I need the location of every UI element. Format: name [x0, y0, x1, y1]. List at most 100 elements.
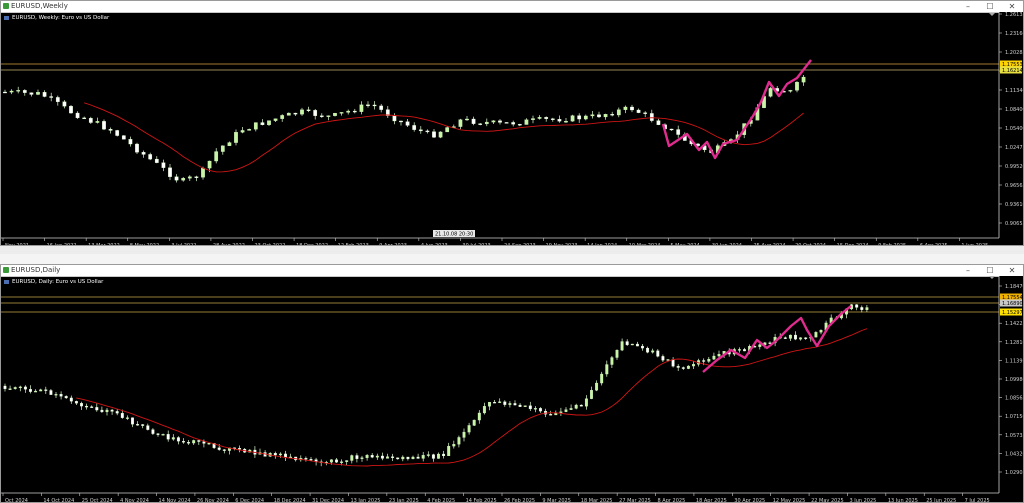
daily-chart-window[interactable]: EURUSD,Daily – ☐ ✕ EURUSD, Daily: Euro v…	[0, 264, 1024, 503]
candle-body	[313, 110, 318, 116]
candle-body	[788, 334, 792, 339]
candle-body	[182, 441, 185, 443]
chart-shift-marker	[989, 13, 995, 16]
price-tick-label: 1.08565	[1005, 396, 1023, 402]
price-tick-label: 1.20285	[1005, 50, 1023, 56]
candle-body	[646, 347, 650, 353]
candle-body	[365, 455, 369, 458]
time-tick-label: 30 Apr 2025	[734, 498, 765, 503]
candle-body	[597, 114, 601, 118]
candle-body	[23, 386, 27, 390]
candle-body	[630, 343, 634, 346]
candle-body	[141, 152, 146, 155]
candle-body	[445, 127, 450, 133]
candle-body	[491, 120, 496, 123]
candle-body	[220, 145, 225, 152]
price-tick-label: 1.14225	[1005, 321, 1023, 327]
candle-body	[616, 109, 621, 116]
moving-average-line	[84, 102, 804, 173]
candle-body	[590, 390, 593, 399]
price-tick-label: 0.90655	[1005, 221, 1023, 227]
candle-body	[577, 115, 582, 120]
candle-body	[359, 104, 364, 112]
candle-body	[146, 425, 150, 430]
candle-body	[108, 129, 113, 131]
candle-body	[64, 396, 68, 399]
candle-body	[549, 414, 553, 416]
candle-body	[352, 110, 357, 113]
candle-body	[503, 401, 507, 405]
price-tick-label: 1.23160	[1005, 31, 1023, 37]
daily-price-chart[interactable]: 1.184701.158451.142251.128101.113951.099…	[1, 276, 1023, 503]
candle-body	[511, 122, 516, 125]
candle-body	[18, 386, 22, 389]
candle-body	[135, 143, 139, 153]
candle-body	[88, 118, 93, 123]
candle-body	[794, 334, 797, 340]
candle-body	[484, 121, 489, 125]
candle-body	[855, 304, 859, 308]
time-tick-label: 8 Apr 2025	[658, 498, 686, 503]
candle-body	[462, 431, 466, 438]
minimize-button[interactable]: –	[957, 265, 979, 276]
weekly-price-chart[interactable]: 1.261351.231601.202851.142951.113401.084…	[1, 12, 1023, 246]
candle-body	[452, 444, 456, 447]
time-tick-label: 13 Jan 2025	[350, 498, 380, 503]
minimize-button[interactable]: –	[957, 1, 979, 12]
candle-body	[181, 178, 186, 181]
time-tick-label: 26 Feb 2025	[504, 498, 535, 503]
candle-body	[95, 121, 100, 123]
candle-body	[707, 358, 711, 362]
close-button[interactable]: ✕	[1001, 1, 1023, 12]
candle-body	[171, 437, 175, 440]
candle-body	[579, 404, 583, 407]
maximize-button[interactable]: ☐	[979, 1, 1001, 12]
weekly-window-title: EURUSD,Weekly	[11, 2, 68, 10]
window-gap	[0, 246, 1024, 254]
candle-body	[8, 388, 12, 390]
price-tick-label: 0.93610	[1005, 202, 1023, 208]
chart-window-icon	[3, 267, 9, 273]
candle-body	[121, 135, 126, 140]
candle-body	[432, 131, 436, 138]
candle-body	[110, 409, 114, 412]
candle-body	[80, 403, 83, 407]
candle-body	[550, 118, 555, 120]
candle-body	[187, 442, 191, 444]
candle-body	[360, 457, 364, 459]
candle-body	[300, 109, 304, 115]
time-tick-label: 14 Nov 2024	[159, 498, 191, 503]
price-tick-label: 1.07150	[1005, 414, 1023, 420]
candle-body	[681, 367, 685, 369]
candle-body	[345, 460, 349, 462]
candle-body	[712, 355, 716, 360]
candle-body	[458, 119, 463, 127]
candle-body	[161, 434, 165, 436]
candle-body	[136, 424, 140, 426]
candle-body	[651, 350, 655, 353]
candle-body	[392, 115, 397, 122]
candle-body	[717, 354, 721, 357]
candle-body	[661, 356, 665, 361]
candle-body	[472, 419, 476, 426]
candle-body	[517, 124, 522, 126]
candle-body	[482, 406, 486, 414]
time-tick-label: 7 Jul 2025	[965, 498, 990, 503]
close-button[interactable]: ✕	[1001, 265, 1023, 276]
candle-body	[102, 121, 106, 130]
time-tick-label: 14 Feb 2025	[466, 498, 497, 503]
candle-body	[574, 404, 578, 409]
candle-body	[49, 96, 54, 98]
candle-body	[280, 115, 285, 119]
candle-body	[630, 106, 634, 111]
maximize-button[interactable]: ☐	[979, 265, 1001, 276]
candle-body	[795, 81, 799, 91]
candle-body	[273, 118, 278, 121]
candle-body	[39, 389, 43, 392]
candle-body	[151, 429, 155, 434]
price-tick-label: 0.99520	[1005, 164, 1023, 170]
candle-body	[22, 90, 27, 93]
weekly-chart-window[interactable]: EURUSD,Weekly – ☐ ✕ EURUSD, Weekly: Euro…	[0, 0, 1024, 246]
candle-body	[44, 389, 48, 391]
candle-body	[656, 120, 661, 125]
